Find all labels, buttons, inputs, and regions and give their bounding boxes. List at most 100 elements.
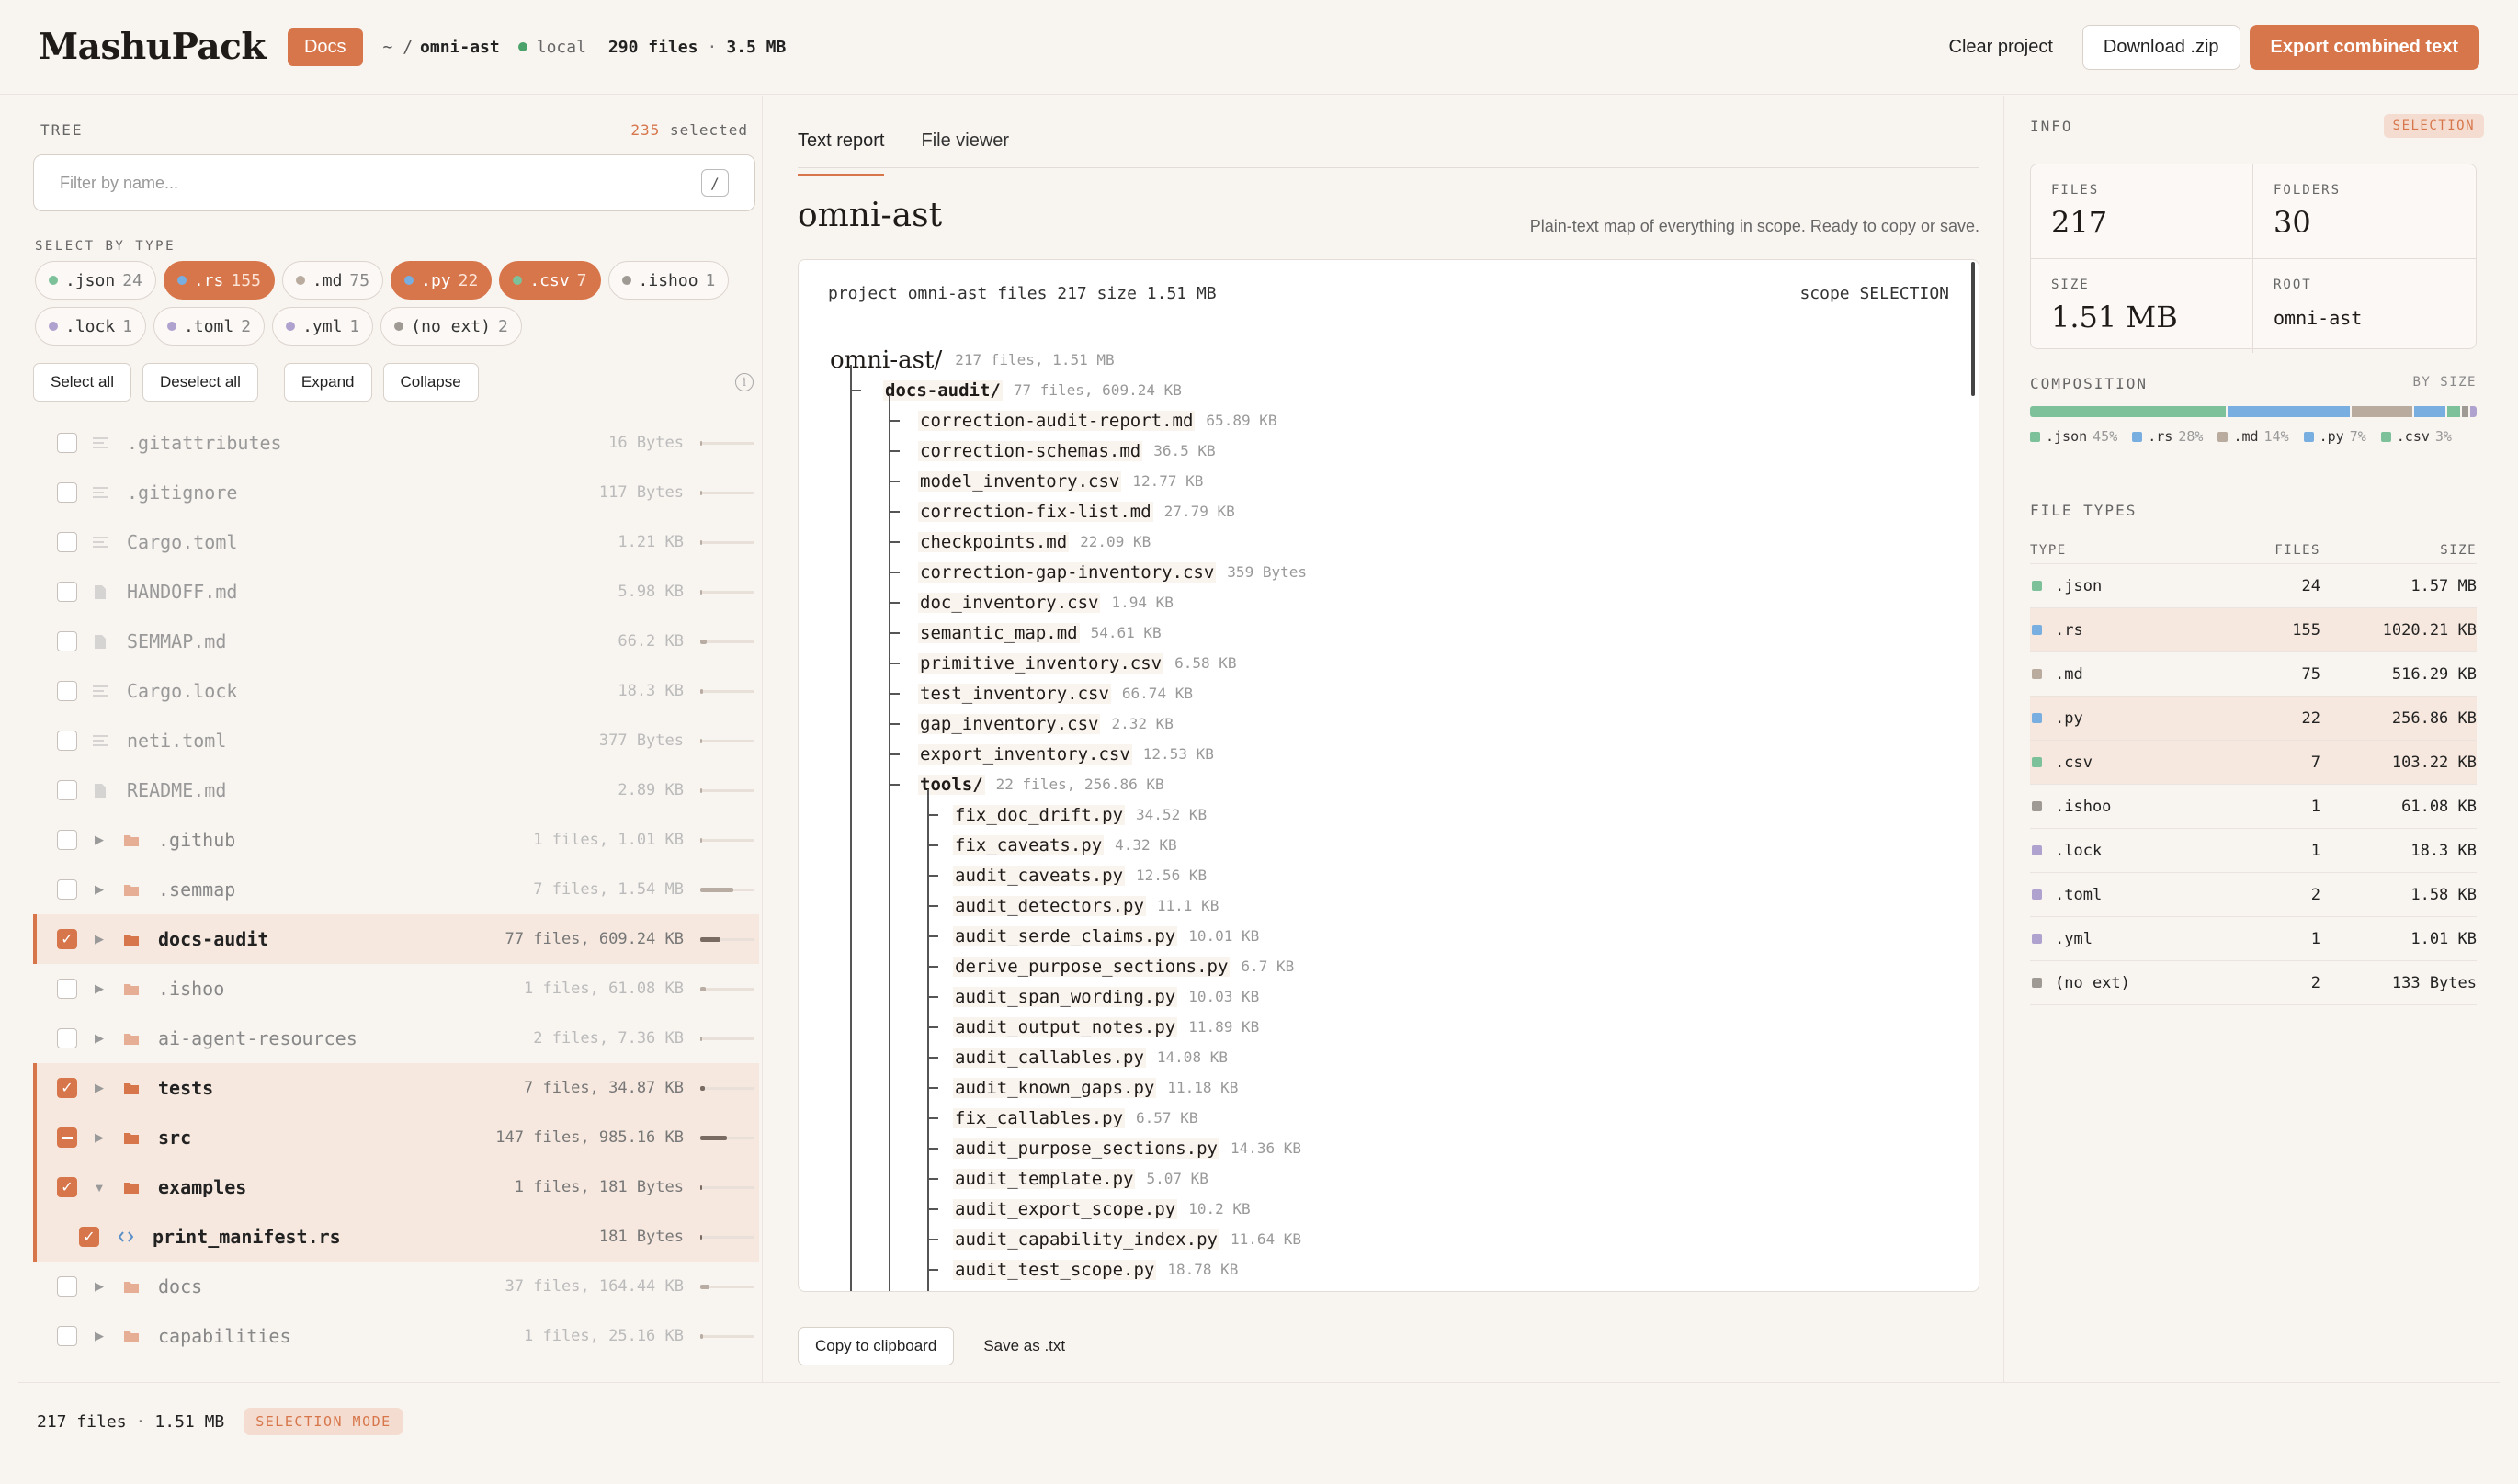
row-checkbox[interactable]: [57, 681, 77, 701]
info-icon[interactable]: i: [735, 373, 754, 391]
type-chip[interactable]: .csv 7: [499, 261, 601, 300]
row-checkbox[interactable]: ✓: [57, 1078, 77, 1098]
report-entry-meta: 18.78 KB: [1167, 1261, 1239, 1278]
file-type-row[interactable]: .ishoo 1 61.08 KB: [2030, 785, 2477, 829]
chevron-right-icon[interactable]: ▶: [90, 1279, 108, 1294]
tree-row[interactable]: SEMMAP.md 66.2 KB: [33, 617, 759, 666]
type-swatch-icon: [2032, 581, 2042, 591]
chevron-right-icon[interactable]: ▶: [90, 1031, 108, 1046]
row-checkbox[interactable]: [57, 731, 77, 751]
tree-row[interactable]: ▶ .github 1 files, 1.01 KB: [33, 815, 759, 865]
col-type: TYPE: [2030, 542, 2067, 558]
report-entry-name: omni-ast/: [830, 346, 943, 374]
export-combined-text-button[interactable]: Export combined text: [2249, 24, 2479, 70]
row-name: capabilities: [158, 1325, 291, 1347]
file-type-row[interactable]: (no ext) 2 133 Bytes: [2030, 961, 2477, 1005]
tree-row[interactable]: Cargo.lock 18.3 KB: [33, 666, 759, 716]
file-type-row[interactable]: .toml 2 1.58 KB: [2030, 873, 2477, 917]
chevron-down-icon[interactable]: ▼: [90, 1181, 108, 1195]
tree-row[interactable]: neti.toml 377 Bytes: [33, 716, 759, 765]
chevron-right-icon[interactable]: ▶: [90, 882, 108, 897]
file-type-size: 1.01 KB: [2410, 929, 2477, 948]
row-checkbox[interactable]: [57, 1127, 77, 1148]
tree-row[interactable]: .gitattributes 16 Bytes: [33, 418, 759, 468]
footer-size: 1.51 MB: [154, 1411, 225, 1432]
filter-field[interactable]: /: [33, 154, 755, 211]
deselect-all-button[interactable]: Deselect all: [142, 363, 258, 402]
chevron-right-icon[interactable]: ▶: [90, 1329, 108, 1343]
row-checkbox[interactable]: ✓: [57, 1177, 77, 1197]
file-type-count: 24: [2301, 576, 2320, 595]
tree-row[interactable]: ✓ ▼ examples 1 files, 181 Bytes: [33, 1162, 759, 1212]
copy-to-clipboard-button[interactable]: Copy to clipboard: [798, 1327, 955, 1365]
type-chip[interactable]: .yml 1: [272, 307, 374, 346]
filter-input[interactable]: [60, 173, 701, 193]
chevron-right-icon[interactable]: ▶: [90, 932, 108, 946]
type-chip[interactable]: .rs 155: [163, 261, 275, 300]
tree-row[interactable]: ▶ capabilities 1 files, 25.16 KB: [33, 1311, 759, 1361]
file-type-size: 1.57 MB: [2410, 576, 2477, 595]
type-chip[interactable]: .toml 2: [153, 307, 266, 346]
tree-row[interactable]: ▶ .ishoo 1 files, 61.08 KB: [33, 964, 759, 1014]
tree-row[interactable]: ✓ ▶ tests 7 files, 34.87 KB: [33, 1063, 759, 1113]
tree-row[interactable]: ✓ ▶ docs-audit 77 files, 609.24 KB: [33, 914, 759, 964]
tree-row[interactable]: Cargo.toml 1.21 KB: [33, 517, 759, 567]
tree-row[interactable]: ▶ docs 37 files, 164.44 KB: [33, 1262, 759, 1311]
text-report[interactable]: project omni-ast files 217 size 1.51 MB …: [798, 259, 1979, 1292]
tree-row[interactable]: HANDOFF.md 5.98 KB: [33, 567, 759, 617]
file-type-cell: .json: [2030, 577, 2247, 595]
docs-button[interactable]: Docs: [287, 28, 363, 66]
file-type-row[interactable]: .yml 1 1.01 KB: [2030, 917, 2477, 961]
file-type-row[interactable]: .lock 1 18.3 KB: [2030, 829, 2477, 873]
tree-row[interactable]: ▶ .semmap 7 files, 1.54 MB: [33, 865, 759, 914]
row-checkbox[interactable]: [57, 1028, 77, 1048]
chevron-right-icon[interactable]: ▶: [90, 981, 108, 996]
expand-button[interactable]: Expand: [283, 363, 372, 402]
row-checkbox[interactable]: [57, 979, 77, 999]
file-type-row[interactable]: .csv 7 103.22 KB: [2030, 741, 2477, 785]
clear-project-button[interactable]: Clear project: [1929, 26, 2073, 69]
tree-file-row[interactable]: ✓ print_manifest.rs 181 Bytes: [33, 1212, 759, 1262]
row-checkbox[interactable]: [57, 1326, 77, 1346]
row-meta: 2.89 KB: [618, 781, 684, 799]
row-checkbox[interactable]: [57, 780, 77, 800]
tree-row[interactable]: ▶ ai-agent-resources 2 files, 7.36 KB: [33, 1014, 759, 1063]
row-checkbox[interactable]: [57, 482, 77, 503]
file-type-row[interactable]: .rs 155 1020.21 KB: [2030, 608, 2477, 652]
file-type-name: .json: [2055, 576, 2103, 595]
row-checkbox[interactable]: [57, 1276, 77, 1297]
row-checkbox[interactable]: ✓: [79, 1227, 99, 1247]
tab-file-viewer[interactable]: File viewer: [921, 123, 1009, 176]
row-checkbox[interactable]: [57, 582, 77, 602]
tree-row[interactable]: README.md 2.89 KB: [33, 765, 759, 815]
tree-row[interactable]: .gitignore 117 Bytes: [33, 468, 759, 517]
composition-legend-item: .py 7%: [2303, 428, 2366, 445]
type-chip[interactable]: .lock 1: [35, 307, 147, 346]
tab-text-report[interactable]: Text report: [798, 123, 885, 176]
type-chip[interactable]: .py 22: [391, 261, 493, 300]
type-chips: .json 24 .rs 155 .md 75 .py 22 .csv 7 .ishoo 1 .lock…: [35, 261, 761, 346]
file-type-row[interactable]: .md 75 516.29 KB: [2030, 652, 2477, 697]
select-all-button[interactable]: Select all: [33, 363, 131, 402]
chevron-right-icon[interactable]: ▶: [90, 1081, 108, 1095]
save-as-txt-button[interactable]: Save as .txt: [967, 1328, 1082, 1365]
row-checkbox[interactable]: [57, 830, 77, 850]
file-type-name: .py: [2055, 708, 2083, 728]
collapse-button[interactable]: Collapse: [382, 363, 479, 402]
row-checkbox[interactable]: [57, 879, 77, 900]
file-type-row[interactable]: .py 22 256.86 KB: [2030, 697, 2477, 741]
row-checkbox[interactable]: ✓: [57, 929, 77, 949]
type-chip[interactable]: (no ext) 2: [380, 307, 522, 346]
row-checkbox[interactable]: [57, 532, 77, 552]
download-zip-button[interactable]: Download .zip: [2081, 24, 2240, 70]
row-checkbox[interactable]: [57, 631, 77, 651]
tree-row[interactable]: ▶ src 147 files, 985.16 KB: [33, 1113, 759, 1162]
type-chip[interactable]: .json 24: [35, 261, 156, 300]
type-chip[interactable]: .ishoo 1: [607, 261, 730, 300]
file-type-row[interactable]: .json 24 1.57 MB: [2030, 564, 2477, 608]
type-chip[interactable]: .md 75: [281, 261, 384, 300]
report-entry-name: audit_template.py: [953, 1168, 1136, 1189]
chevron-right-icon[interactable]: ▶: [90, 833, 108, 847]
chevron-right-icon[interactable]: ▶: [90, 1130, 108, 1145]
row-checkbox[interactable]: [57, 433, 77, 453]
